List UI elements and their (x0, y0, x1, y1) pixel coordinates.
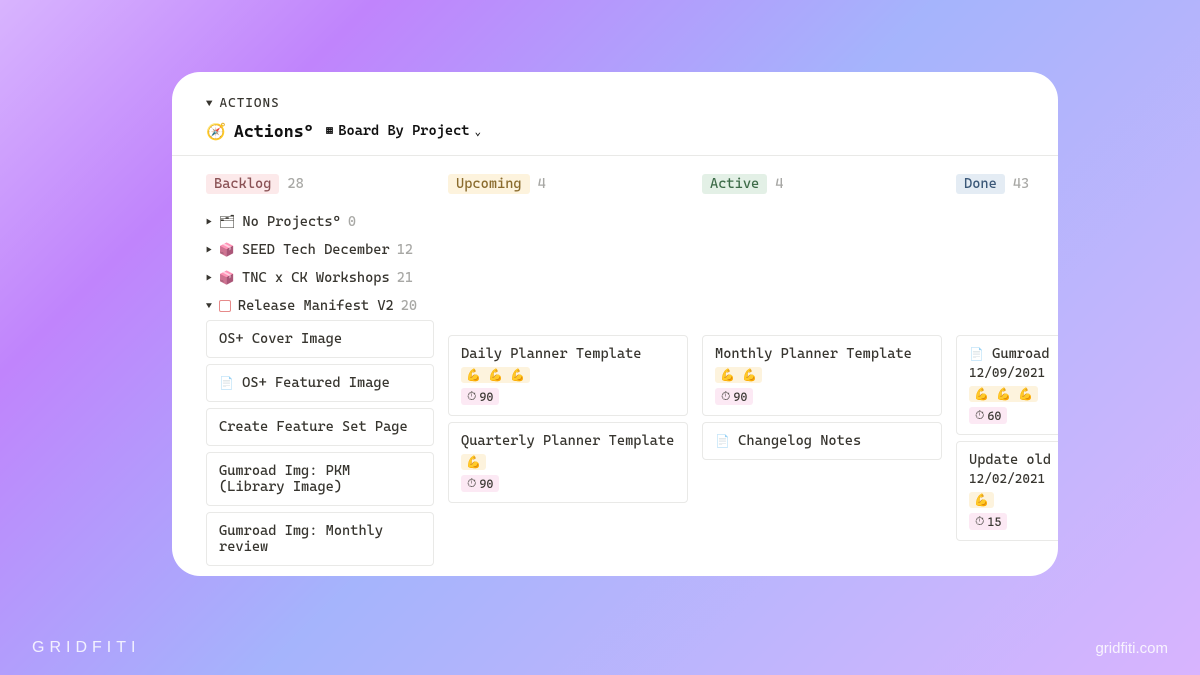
board: Backlog 28 ▶ 🗂 No Projects° 0 ▶ 📦 SEED T… (172, 170, 1058, 572)
column-active: Active 4 Monthly Planner Template 💪 💪 ⏱ … (702, 170, 942, 572)
card[interactable]: Daily Planner Template 💪 💪 💪 ⏱ 90 (448, 335, 688, 416)
card[interactable]: Gumroad Img: Monthly review (206, 512, 434, 566)
group-label: SEED Tech December (242, 242, 390, 258)
card-title: Quarterly Planner Template (461, 433, 675, 449)
status-badge: Upcoming (448, 174, 530, 194)
card-title: Gumroad Img: Monthly review (219, 523, 383, 555)
package-icon: 📦 (219, 243, 235, 258)
group-label: TNC x CK Workshops (242, 270, 390, 286)
effort-badge: 💪 (461, 454, 486, 470)
group-label: No Projects° (242, 214, 340, 230)
square-icon (219, 300, 231, 312)
column-count: 4 (775, 176, 783, 192)
card-title: Gumroad Description (992, 346, 1058, 362)
section-title: ACTIONS (219, 96, 279, 111)
effort-badge: 💪 💪 (715, 367, 762, 383)
chevron-down-icon: ⌄ (474, 125, 481, 138)
card[interactable]: Quarterly Planner Template 💪 ⏱ 90 (448, 422, 688, 503)
column-header-upcoming[interactable]: Upcoming 4 (448, 170, 688, 198)
group-tnc-workshops[interactable]: ▶ 📦 TNC x CK Workshops 21 (206, 264, 434, 292)
card-title: Changelog Notes (738, 433, 861, 449)
view-label: Board By Project (338, 123, 469, 139)
card-title: OS+ Featured Image (242, 375, 390, 391)
card-title: Create Feature Set Page (219, 419, 408, 435)
column-upcoming: Upcoming 4 Daily Planner Template 💪 💪 💪 … (448, 170, 688, 572)
group-count: 0 (348, 214, 356, 230)
time-badge: ⏱ 90 (715, 388, 753, 405)
database-icon: 🧭 (206, 122, 226, 141)
status-badge: Active (702, 174, 767, 194)
page-icon: 📄 (969, 347, 984, 361)
effort-badge: 💪 (969, 492, 994, 508)
card[interactable]: Monthly Planner Template 💪 💪 ⏱ 90 (702, 335, 942, 416)
time-badge: ⏱ 90 (461, 388, 499, 405)
card[interactable]: Update old 12/02/2021 💪 ⏱ 15 (956, 441, 1058, 541)
page-icon: 📄 (715, 434, 730, 448)
column-done: Done 43 📄 Gumroad Description 12/09/2021… (956, 170, 1058, 572)
card-title: Monthly Planner Template (715, 346, 929, 362)
section-header[interactable]: ▼ ACTIONS (172, 96, 1058, 111)
group-count: 12 (397, 242, 413, 258)
card-title: Update old (969, 452, 1053, 468)
caret-right-icon: ▶ (206, 245, 212, 256)
column-header-done[interactable]: Done 43 (956, 170, 1058, 198)
caret-down-icon: ▼ (206, 301, 212, 312)
column-header-active[interactable]: Active 4 (702, 170, 942, 198)
database-header: 🧭 Actions° ▦ Board By Project ⌄ (172, 111, 1058, 155)
card[interactable]: Create Feature Set Page (206, 408, 434, 446)
time-badge: ⏱ 15 (969, 513, 1007, 530)
view-selector[interactable]: ▦ Board By Project ⌄ (326, 123, 482, 139)
toggle-down-icon[interactable]: ▼ (206, 97, 213, 110)
effort-badge: 💪 💪 💪 (461, 367, 530, 383)
group-count: 21 (397, 270, 413, 286)
card[interactable]: 📄 Gumroad Description 12/09/2021 💪 💪 💪 ⏱… (956, 335, 1058, 435)
card-title: Gumroad Img: PKM (Library Image) (219, 463, 350, 495)
group-label: Release Manifest V2 (238, 298, 394, 314)
group-release-manifest[interactable]: ▼ Release Manifest V2 20 (206, 292, 434, 320)
database-title[interactable]: Actions° (234, 121, 314, 141)
status-badge: Backlog (206, 174, 279, 194)
card[interactable]: 📄 Changelog Notes (702, 422, 942, 460)
card[interactable]: Gumroad Img: PKM (Library Image) (206, 452, 434, 506)
effort-badge: 💪 💪 💪 (969, 386, 1038, 402)
column-count: 28 (287, 176, 303, 192)
time-badge: ⏱ 60 (969, 407, 1007, 424)
column-count: 43 (1013, 176, 1029, 192)
caret-right-icon: ▶ (206, 273, 212, 284)
card-title: Daily Planner Template (461, 346, 675, 362)
board-icon: ▦ (326, 124, 334, 139)
group-no-projects[interactable]: ▶ 🗂 No Projects° 0 (206, 208, 434, 236)
column-header-backlog[interactable]: Backlog 28 (206, 170, 434, 198)
group-count: 20 (401, 298, 417, 314)
brand-url: gridfiti.com (1095, 640, 1168, 657)
column-count: 4 (538, 176, 546, 192)
status-badge: Done (956, 174, 1005, 194)
time-badge: ⏱ 90 (461, 475, 499, 492)
column-backlog: Backlog 28 ▶ 🗂 No Projects° 0 ▶ 📦 SEED T… (206, 170, 434, 572)
divider (172, 155, 1058, 156)
card-date: 12/02/2021 (969, 472, 1053, 487)
caret-right-icon: ▶ (206, 217, 212, 228)
card[interactable]: OS+ Cover Image (206, 320, 434, 358)
card[interactable]: 📄 OS+ Featured Image (206, 364, 434, 402)
inbox-icon: 🗂 (219, 215, 236, 230)
card-date: 12/09/2021 (969, 366, 1053, 381)
card-title: OS+ Cover Image (219, 331, 342, 347)
group-seed-tech[interactable]: ▶ 📦 SEED Tech December 12 (206, 236, 434, 264)
package-icon: 📦 (219, 271, 235, 286)
brand-watermark: GRIDFITI (32, 639, 140, 657)
page-icon: 📄 (219, 376, 234, 390)
app-window: ▼ ACTIONS 🧭 Actions° ▦ Board By Project … (172, 72, 1058, 576)
